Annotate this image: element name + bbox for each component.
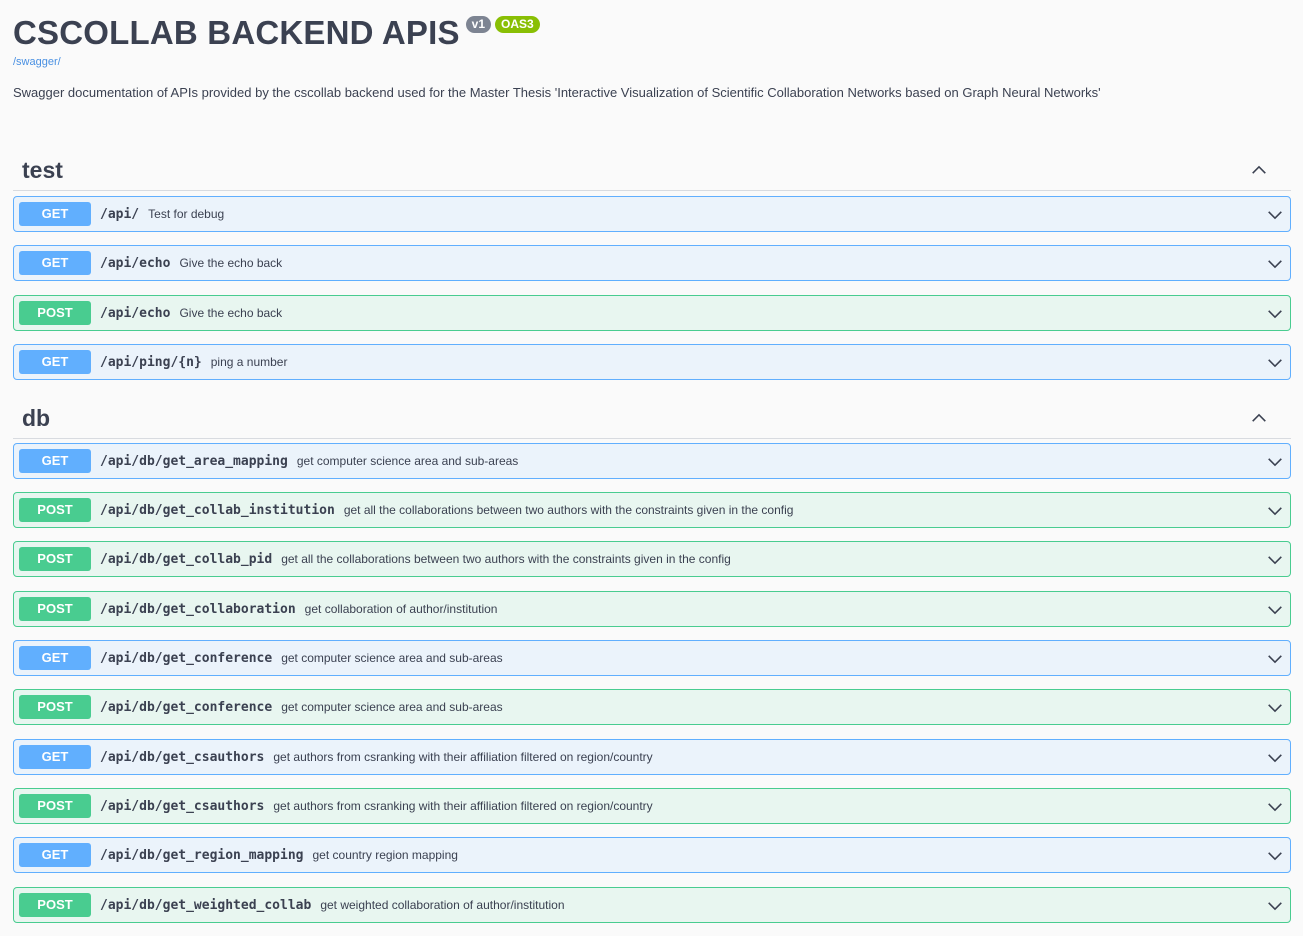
operation-path: /api/db/get_area_mapping (100, 453, 288, 469)
section-title: test (22, 157, 63, 183)
operation-post-collab-institution[interactable]: POST /api/db/get_collab_institution get … (13, 492, 1291, 528)
api-info: CSCOLLAB BACKEND APIS v1 OAS3 /swagger/ … (13, 12, 1293, 100)
operation-post-api-echo[interactable]: POST /api/echo Give the echo back (13, 295, 1291, 331)
operation-path: /api/echo (100, 255, 171, 271)
operation-get-api-echo[interactable]: GET /api/echo Give the echo back (13, 245, 1291, 281)
chevron-down-icon[interactable] (1266, 354, 1284, 372)
chevron-down-icon[interactable] (1266, 847, 1284, 865)
operation-path: /api/db/get_region_mapping (100, 847, 304, 863)
method-badge: POST (19, 597, 91, 621)
chevron-down-icon[interactable] (1266, 699, 1284, 717)
chevron-up-icon[interactable] (1250, 409, 1268, 427)
operation-path: /api/db/get_collab_institution (100, 502, 335, 518)
operation-path: /api/db/get_csauthors (100, 798, 265, 814)
operation-summary: get collaboration of author/institution (304, 602, 498, 616)
chevron-down-icon[interactable] (1266, 502, 1284, 520)
operation-summary: ping a number (210, 355, 288, 369)
method-badge: POST (19, 301, 91, 325)
section-header-test[interactable]: test (13, 147, 1291, 191)
swagger-url-link[interactable]: /swagger/ (13, 56, 1293, 68)
operation-get-api-ping[interactable]: GET /api/ping/{n} ping a number (13, 344, 1291, 380)
operation-summary: Test for debug (148, 207, 225, 221)
method-badge: GET (19, 449, 91, 473)
operation-summary: get computer science area and sub-areas (281, 651, 503, 665)
operation-get-region-mapping[interactable]: GET /api/db/get_region_mapping get count… (13, 837, 1291, 873)
operation-summary: Give the echo back (179, 306, 283, 320)
operation-summary: get authors from csranking with their af… (273, 799, 653, 813)
chevron-down-icon[interactable] (1266, 453, 1284, 471)
chevron-down-icon[interactable] (1266, 551, 1284, 569)
operation-get-conference[interactable]: GET /api/db/get_conference get computer … (13, 640, 1291, 676)
method-badge: POST (19, 893, 91, 917)
method-badge: GET (19, 202, 91, 226)
operation-post-collab-pid[interactable]: POST /api/db/get_collab_pid get all the … (13, 541, 1291, 577)
operation-path: /api/ (100, 206, 140, 222)
operation-get-api[interactable]: GET /api/ Test for debug (13, 196, 1291, 232)
chevron-down-icon[interactable] (1266, 798, 1284, 816)
operation-path: /api/db/get_csauthors (100, 749, 265, 765)
operation-path: /api/db/get_weighted_collab (100, 897, 312, 913)
chevron-down-icon[interactable] (1266, 206, 1284, 224)
method-badge: POST (19, 498, 91, 522)
operation-post-csauthors[interactable]: POST /api/db/get_csauthors get authors f… (13, 788, 1291, 824)
method-badge: POST (19, 547, 91, 571)
operation-post-weighted-collab[interactable]: POST /api/db/get_weighted_collab get wei… (13, 887, 1291, 923)
operation-summary: get computer science area and sub-areas (281, 700, 503, 714)
operation-summary: get all the collaborations between two a… (343, 503, 794, 517)
operation-summary: get weighted collaboration of author/ins… (320, 898, 565, 912)
operation-path: /api/db/get_conference (100, 650, 273, 666)
operation-path: /api/db/get_conference (100, 699, 273, 715)
operation-path: /api/db/get_collaboration (100, 601, 296, 617)
method-badge: POST (19, 695, 91, 719)
method-badge: GET (19, 843, 91, 867)
operation-summary: Give the echo back (179, 256, 283, 270)
operation-path: /api/db/get_collab_pid (100, 551, 273, 567)
chevron-down-icon[interactable] (1266, 601, 1284, 619)
chevron-down-icon[interactable] (1266, 650, 1284, 668)
chevron-down-icon[interactable] (1266, 749, 1284, 767)
operation-get-csauthors[interactable]: GET /api/db/get_csauthors get authors fr… (13, 739, 1291, 775)
api-title: CSCOLLAB BACKEND APIS (13, 14, 460, 51)
api-description: Swagger documentation of APIs provided b… (13, 85, 1101, 100)
chevron-down-icon[interactable] (1266, 255, 1284, 273)
operation-path: /api/echo (100, 305, 171, 321)
method-badge: GET (19, 745, 91, 769)
section-header-db[interactable]: db (13, 395, 1291, 439)
operation-get-area-mapping[interactable]: GET /api/db/get_area_mapping get compute… (13, 443, 1291, 479)
title-row: CSCOLLAB BACKEND APIS v1 OAS3 (13, 12, 1293, 54)
method-badge: GET (19, 251, 91, 275)
chevron-down-icon[interactable] (1266, 897, 1284, 915)
operation-summary: get all the collaborations between two a… (281, 552, 731, 566)
method-badge: GET (19, 646, 91, 670)
chevron-up-icon[interactable] (1250, 161, 1268, 179)
method-badge: GET (19, 350, 91, 374)
section-title: db (22, 405, 51, 431)
operation-summary: get country region mapping (312, 848, 458, 862)
method-badge: POST (19, 794, 91, 818)
chevron-down-icon[interactable] (1266, 305, 1284, 323)
operation-post-conference[interactable]: POST /api/db/get_conference get computer… (13, 689, 1291, 725)
operation-path: /api/ping/{n} (100, 354, 202, 370)
operation-summary: get computer science area and sub-areas (296, 454, 519, 468)
version-badge: v1 (465, 16, 492, 33)
operation-post-collaboration[interactable]: POST /api/db/get_collaboration get colla… (13, 591, 1291, 627)
oas-badge: OAS3 (495, 16, 540, 33)
operation-summary: get authors from csranking with their af… (273, 750, 653, 764)
